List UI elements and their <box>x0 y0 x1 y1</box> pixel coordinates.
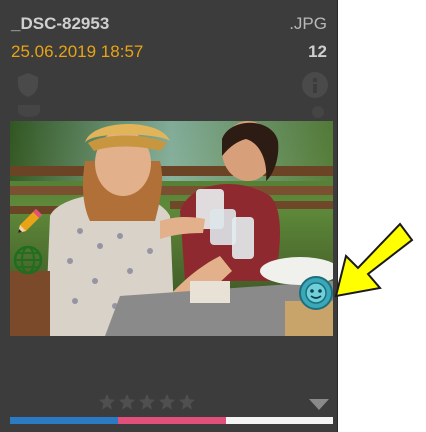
color-label-blue <box>10 417 118 424</box>
color-label-bar <box>10 417 333 424</box>
color-label-white <box>226 417 333 424</box>
dropdown-triangle-icon[interactable] <box>309 399 329 411</box>
star-icon[interactable] <box>178 393 196 411</box>
pencil-icon[interactable] <box>14 207 44 237</box>
shield-icon <box>18 73 38 97</box>
star-icon[interactable] <box>118 393 136 411</box>
color-label-pink <box>118 417 226 424</box>
star-rating[interactable] <box>98 393 196 411</box>
info-icon <box>312 106 324 118</box>
file-extension: .JPG <box>289 14 327 33</box>
star-icon[interactable] <box>98 393 116 411</box>
shield-icon <box>18 105 40 117</box>
photo-thumbnail[interactable] <box>10 121 333 336</box>
filename: _DSC-82953 <box>11 14 110 33</box>
info-icon <box>302 72 328 98</box>
globe-icon[interactable] <box>13 245 43 275</box>
annotation-arrow <box>334 222 414 298</box>
capture-datetime: 25.06.2019 18:57 <box>11 42 144 61</box>
star-icon[interactable] <box>158 393 176 411</box>
stack-count: 12 <box>308 42 327 61</box>
thumbnail-card[interactable]: _DSC-82953 .JPG 25.06.2019 18:57 12 <box>0 0 338 432</box>
star-icon[interactable] <box>138 393 156 411</box>
